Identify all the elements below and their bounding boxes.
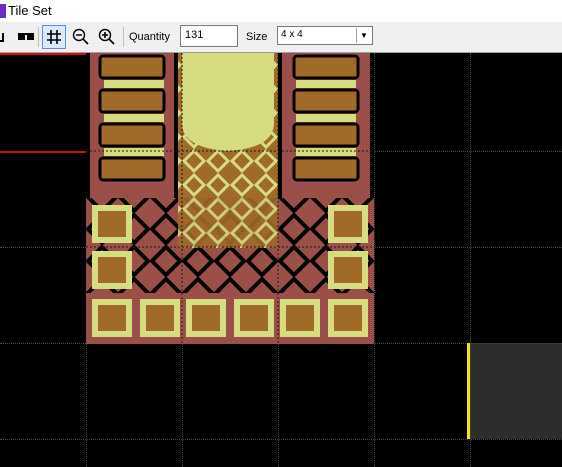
grid-line [374,53,375,467]
app-icon [0,4,6,18]
quantity-label: Quantity [129,31,170,43]
size-select[interactable]: 4 x 4 ▼ [277,26,373,45]
size-label: Size [246,31,268,43]
tile-set-image [86,53,374,344]
chevron-down-icon[interactable]: ▼ [356,28,371,43]
toolbar-separator [38,27,39,47]
grid-icon[interactable] [42,25,66,49]
flip-icon[interactable] [0,25,14,49]
toolbar: Quantity 131 Size 4 x 4 ▼ [0,22,562,53]
zoom-out-icon[interactable] [69,25,93,49]
insertion-cursor [467,343,470,439]
title-bar: Tile Set [0,0,562,22]
tile-canvas[interactable] [0,53,562,467]
grid-line [470,53,471,467]
selection-marker [0,53,86,55]
toolbar-separator [123,27,124,47]
selection-marker [0,151,86,153]
grid-line [0,439,562,440]
quantity-input[interactable]: 131 [180,25,238,47]
zoom-in-icon[interactable] [95,25,119,49]
window-title: Tile Set [8,3,52,18]
size-select-value: 4 x 4 [281,29,303,40]
glasses-icon[interactable] [14,25,38,49]
next-tile-slot[interactable] [470,343,562,439]
